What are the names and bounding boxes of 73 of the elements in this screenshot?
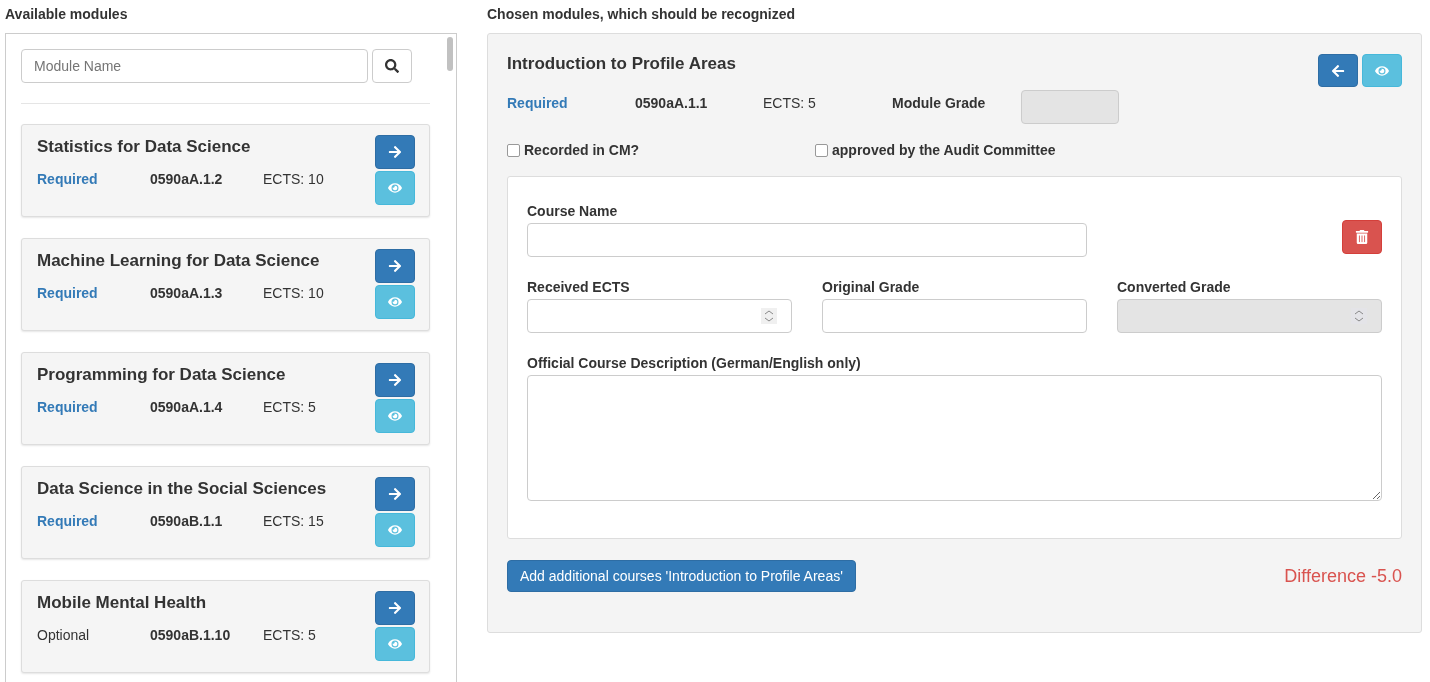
module-code: 0590aB.1.10 — [150, 627, 232, 643]
checkbox-label: Recorded in CM? — [524, 142, 640, 158]
required-link[interactable]: Required — [507, 95, 635, 111]
number-field[interactable] — [527, 299, 792, 333]
arrow-right-icon — [388, 373, 402, 387]
eye-icon — [1375, 63, 1389, 78]
add-button[interactable] — [375, 477, 415, 511]
type-label: Optional — [37, 627, 91, 643]
text-field[interactable] — [822, 299, 1087, 333]
section-heading: Available modules — [5, 6, 129, 24]
eye-icon — [388, 181, 402, 195]
checkbox[interactable] — [507, 143, 520, 157]
checkbox[interactable] — [815, 143, 828, 157]
add-button[interactable] — [375, 249, 415, 283]
view-button[interactable] — [375, 171, 415, 205]
ects-text: ECTS: 5 — [763, 95, 817, 111]
add-button[interactable] — [375, 363, 415, 397]
field-label: Received ECTS — [527, 279, 631, 295]
field-label: Converted Grade — [1117, 279, 1232, 295]
required-link[interactable]: Required — [37, 171, 150, 187]
field-label: Official Course Description (German/English only) — [527, 355, 862, 371]
view-button[interactable] — [375, 285, 415, 319]
module-title: Data Science in the Social Sciences — [37, 479, 328, 499]
arrow-left-icon — [1331, 63, 1345, 78]
eye-icon — [388, 523, 402, 537]
required-link[interactable]: Required — [37, 285, 150, 301]
module-code: 0590aA.1.3 — [150, 285, 224, 301]
module-title: Statistics for Data Science — [37, 137, 252, 157]
spinner-icon — [761, 308, 777, 324]
search-icon — [385, 59, 399, 73]
module-title: Machine Learning for Data Science — [37, 251, 321, 271]
module-code: 0590aA.1.1 — [635, 95, 709, 111]
ects-text: ECTS: 10 — [263, 171, 325, 187]
field-label: Course Name — [527, 203, 619, 219]
search-button[interactable] — [372, 49, 412, 83]
required-link[interactable]: Required — [37, 513, 150, 529]
arrow-right-icon — [388, 259, 402, 273]
arrow-right-icon — [388, 487, 402, 501]
scrollbar-thumb[interactable] — [447, 37, 453, 71]
trash-icon — [1355, 230, 1369, 244]
course-name-field[interactable] — [527, 223, 1087, 257]
add-button[interactable] — [375, 135, 415, 169]
remove-button[interactable] — [1318, 54, 1358, 87]
module-title: Programming for Data Science — [37, 365, 287, 385]
view-button[interactable] — [375, 627, 415, 661]
ects-text: ECTS: 5 — [263, 399, 317, 415]
module-title: Mobile Mental Health — [37, 593, 208, 613]
description-field[interactable] — [527, 375, 1382, 501]
eye-icon — [388, 295, 402, 309]
module-code: 0590aA.1.2 — [150, 171, 224, 187]
arrow-right-icon — [388, 601, 402, 615]
search-field[interactable]: Module Name — [21, 49, 368, 83]
eye-icon — [388, 637, 402, 651]
ects-text: ECTS: 15 — [263, 513, 325, 529]
add-courses-button[interactable]: Add additional courses 'Introduction to Profile Areas' — [507, 560, 856, 592]
eye-icon — [388, 409, 402, 423]
module-code: 0590aB.1.1 — [150, 513, 224, 529]
ects-text: ECTS: 10 — [263, 285, 325, 301]
module-title: Introduction to Profile Areas — [507, 54, 737, 74]
view-button[interactable] — [1362, 54, 1402, 87]
section-heading: Chosen modules, which should be recognized — [487, 6, 797, 24]
view-button[interactable] — [375, 513, 415, 547]
checkbox-label: approved by the Audit Committee — [832, 142, 1056, 158]
add-button[interactable] — [375, 591, 415, 625]
delete-button[interactable] — [1342, 220, 1382, 254]
ects-text: ECTS: 5 — [263, 627, 317, 643]
view-button[interactable] — [375, 399, 415, 433]
field-label: Original Grade — [822, 279, 921, 295]
difference-text: Difference -5.0 — [1284, 565, 1402, 587]
grade-label: Module Grade — [892, 95, 987, 111]
arrow-right-icon — [388, 145, 402, 159]
module-code: 0590aA.1.4 — [150, 399, 224, 415]
required-link[interactable]: Required — [37, 399, 150, 415]
